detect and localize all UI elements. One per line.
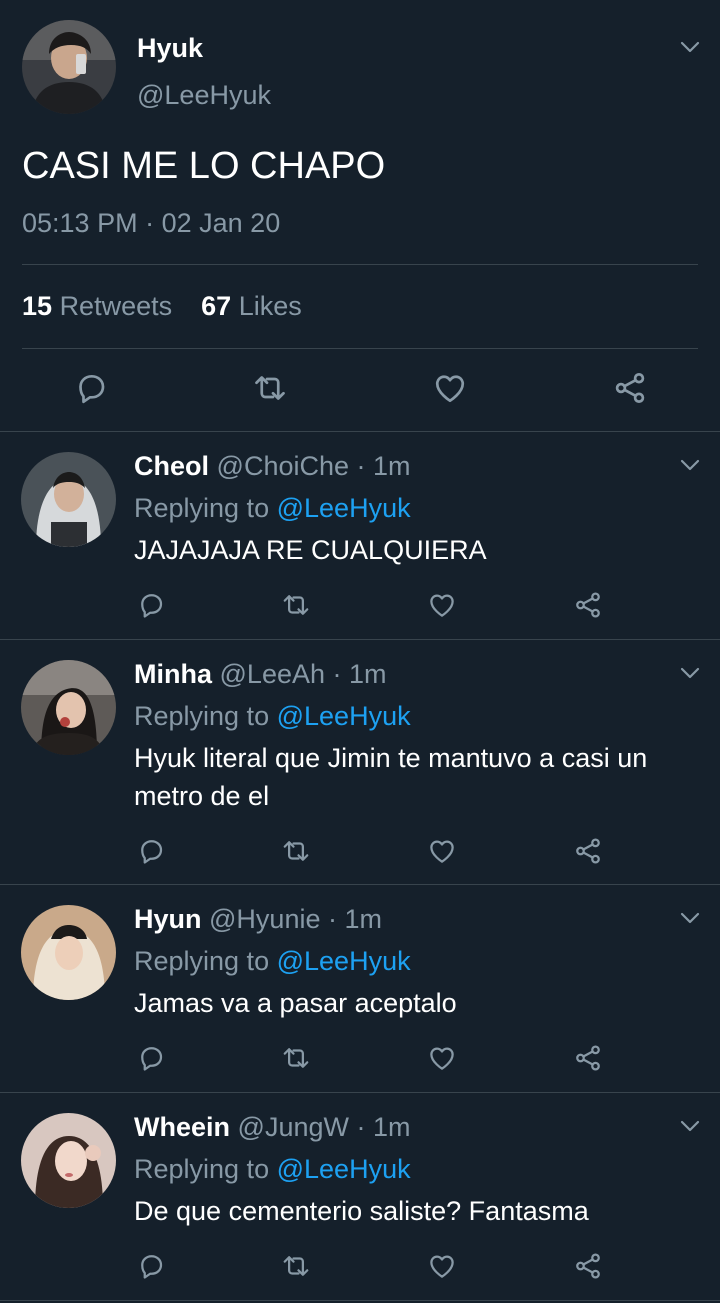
handle[interactable]: @LeeAh (220, 659, 325, 689)
display-name[interactable]: Minha (134, 659, 212, 689)
separator: · (145, 208, 155, 238)
avatar[interactable] (22, 20, 116, 114)
display-name[interactable]: Cheol (134, 451, 209, 481)
tweet-text: CASI ME LO CHAPO (22, 145, 386, 187)
replying-to: Replying to @LeeHyuk (134, 1154, 411, 1185)
like-icon[interactable] (427, 836, 457, 866)
replying-to-label: Replying to (134, 493, 270, 523)
retweets-count: 15 (22, 291, 53, 321)
avatar[interactable] (21, 905, 116, 1000)
display-name[interactable]: Hyun (134, 904, 202, 934)
replying-to-handle[interactable]: @LeeHyuk (277, 946, 411, 976)
reply-text: Jamas va a pasar aceptalo (134, 988, 457, 1018)
handle[interactable]: @LeeHyuk (137, 80, 271, 111)
retweets-label: Retweets (59, 291, 173, 321)
replying-to-handle[interactable]: @LeeHyuk (277, 701, 411, 731)
separator: · (356, 1112, 366, 1142)
share-icon[interactable] (573, 590, 603, 620)
reply-icon[interactable] (136, 836, 166, 866)
retweet-icon[interactable] (281, 836, 311, 866)
share-icon[interactable] (573, 836, 603, 866)
avatar[interactable] (21, 1113, 116, 1208)
share-icon[interactable] (573, 1043, 603, 1073)
like-icon[interactable] (427, 590, 457, 620)
replying-to-label: Replying to (134, 701, 270, 731)
replying-to: Replying to @LeeHyuk (134, 701, 411, 732)
reply-icon[interactable] (73, 370, 109, 406)
reply-time: 1m (373, 1112, 411, 1142)
chevron-down-icon[interactable] (679, 1119, 701, 1133)
reply-icon[interactable] (136, 1251, 166, 1281)
reply-icon[interactable] (136, 590, 166, 620)
reply-time: 1m (344, 904, 383, 934)
chevron-down-icon[interactable] (679, 40, 701, 54)
separator: · (328, 904, 337, 934)
like-icon[interactable] (432, 370, 468, 406)
handle[interactable]: @ChoiChe (217, 451, 349, 481)
like-icon[interactable] (427, 1043, 457, 1073)
divider (0, 1092, 720, 1093)
divider (22, 348, 698, 349)
avatar[interactable] (21, 660, 116, 755)
share-icon[interactable] (573, 1251, 603, 1281)
reply-header: Hyun @Hyunie · 1m (134, 904, 382, 935)
divider (0, 639, 720, 640)
divider (0, 1300, 720, 1301)
reply-time: 1m (349, 659, 387, 689)
reply-header: Wheein @JungW · 1m (134, 1112, 411, 1143)
separator: · (356, 451, 366, 481)
handle[interactable]: @JungW (238, 1112, 349, 1142)
avatar[interactable] (21, 452, 116, 547)
retweet-icon[interactable] (281, 590, 311, 620)
reply-text-line: metro de el (134, 781, 270, 811)
reply-text: De que cementerio saliste? Fantasma (134, 1196, 589, 1226)
likes-stat[interactable]: 67 Likes (201, 291, 302, 321)
replying-to-label: Replying to (134, 1154, 270, 1184)
reply-header: Cheol @ChoiChe · 1m (134, 451, 411, 482)
separator: · (332, 659, 342, 689)
reply-header: Minha @LeeAh · 1m (134, 659, 387, 690)
replying-to: Replying to @LeeHyuk (134, 946, 411, 977)
chevron-down-icon[interactable] (679, 458, 701, 472)
retweets-stat[interactable]: 15 Retweets (22, 291, 172, 321)
display-name[interactable]: Wheein (134, 1112, 230, 1142)
replying-to-handle[interactable]: @LeeHyuk (277, 493, 411, 523)
chevron-down-icon[interactable] (679, 666, 701, 680)
retweet-icon[interactable] (281, 1043, 311, 1073)
retweet-icon[interactable] (281, 1251, 311, 1281)
retweet-icon[interactable] (252, 370, 288, 406)
divider (22, 264, 698, 265)
reply-icon[interactable] (136, 1043, 166, 1073)
tweet-timestamp: 05:13 PM · 02 Jan 20 (22, 208, 280, 239)
reply-time: 1m (373, 451, 411, 481)
tweet-stats: 15 Retweets 67 Likes (22, 291, 302, 322)
like-icon[interactable] (427, 1251, 457, 1281)
divider (0, 431, 720, 432)
display-name[interactable]: Hyuk (137, 33, 203, 64)
replying-to-handle[interactable]: @LeeHyuk (277, 1154, 411, 1184)
likes-count: 67 (201, 291, 232, 321)
likes-label: Likes (238, 291, 302, 321)
reply-text-line: Hyuk literal que Jimin te mantuvo a casi… (134, 743, 648, 773)
handle[interactable]: @Hyunie (209, 904, 320, 934)
replying-to-label: Replying to (134, 946, 270, 976)
share-icon[interactable] (612, 370, 648, 406)
divider (0, 884, 720, 885)
replying-to: Replying to @LeeHyuk (134, 493, 411, 524)
tweet-time: 05:13 PM (22, 208, 138, 238)
tweet-date: 02 Jan 20 (161, 208, 281, 238)
chevron-down-icon[interactable] (679, 911, 701, 925)
reply-text: JAJAJAJA RE CUALQUIERA (134, 535, 487, 565)
